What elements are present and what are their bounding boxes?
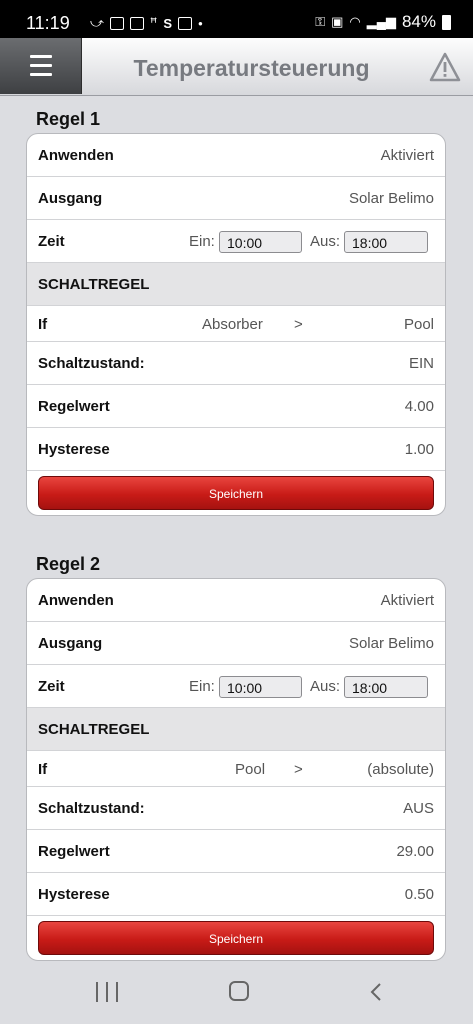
if-row[interactable]: If Pool > (absolute) (27, 751, 445, 787)
ein-label: Ein: (189, 233, 215, 250)
if-operator[interactable]: > (294, 316, 303, 333)
aus-label: Aus: (310, 233, 341, 250)
ein-time-input[interactable]: 10:00 (219, 676, 302, 698)
ebay-icon (129, 16, 144, 30)
hamburger-icon (30, 55, 52, 77)
ausgang-row[interactable]: Ausgang Solar Belimo (27, 177, 445, 220)
if-target[interactable]: (absolute) (367, 761, 434, 778)
schaltzustand-value: EIN (408, 355, 434, 372)
ein-time-input[interactable]: 10:00 (219, 231, 302, 253)
content-area[interactable]: Regel 1 Anwenden Aktiviert Ausgang Solar… (0, 96, 473, 964)
aus-time-input[interactable]: 18:00 (344, 231, 428, 253)
if-label: If (38, 761, 48, 778)
system-nav-bar (0, 964, 473, 1024)
if-label: If (38, 316, 48, 333)
hysterese-row[interactable]: Hysterese 1.00 (27, 428, 445, 471)
aus-label: Aus: (310, 678, 341, 695)
if-sensor[interactable]: Pool (235, 761, 265, 778)
ausgang-value[interactable]: Solar Belimo (349, 190, 434, 207)
ausgang-value[interactable]: Solar Belimo (349, 635, 434, 652)
zeit-row: Zeit Ein: 10:00 Aus: 18:00 (27, 220, 445, 263)
rule-2-card: Anwenden Aktiviert Ausgang Solar Belimo … (26, 578, 446, 961)
schaltzustand-value: AUS (403, 800, 434, 817)
rule-1-card: Anwenden Aktiviert Ausgang Solar Belimo … (26, 133, 446, 516)
schaltregel-label: SCHALTREGEL (38, 721, 150, 738)
wifi-icon: ◠ (349, 14, 361, 29)
rule-1-title: Regel 1 (36, 109, 101, 129)
zeit-label: Zeit (38, 678, 65, 695)
anwenden-label: Anwenden (38, 592, 114, 609)
image-icon (178, 16, 193, 30)
lock-icon: ▣ (331, 14, 344, 29)
regelwert-value[interactable]: 4.00 (405, 398, 434, 415)
regelwert-row[interactable]: Regelwert 29.00 (27, 830, 445, 873)
schaltregel-label: SCHALTREGEL (38, 276, 150, 293)
hysterese-label: Hysterese (38, 886, 110, 903)
battery-percent: 84% (401, 12, 436, 31)
schaltregel-header: SCHALTREGEL (27, 708, 445, 751)
notification-icons: ⤻ ꟸ S • (90, 15, 203, 31)
app-header: Temperatursteuerung (0, 38, 473, 96)
page-title: Temperatursteuerung (133, 55, 370, 81)
if-target[interactable]: Pool (404, 316, 434, 333)
missed-call-icon: ⤻ (90, 15, 104, 30)
battery-icon (442, 14, 451, 30)
hysterese-label: Hysterese (38, 441, 110, 458)
signal-icon: ▂▄▆ (366, 14, 396, 29)
anwenden-value[interactable]: Aktiviert (381, 592, 434, 609)
s-icon: S (163, 15, 173, 31)
home-icon[interactable] (229, 981, 249, 1001)
key-icon: ⚿ (315, 14, 326, 29)
schaltzustand-row: Schaltzustand: AUS (27, 787, 445, 830)
hysterese-row[interactable]: Hysterese 0.50 (27, 873, 445, 916)
regelwert-label: Regelwert (38, 398, 110, 415)
aus-time-input[interactable]: 18:00 (344, 676, 428, 698)
regelwert-value[interactable]: 29.00 (396, 843, 434, 860)
save-button[interactable]: Speichern (38, 476, 434, 510)
anwenden-row[interactable]: Anwenden Aktiviert (27, 134, 445, 177)
menu-button[interactable] (0, 38, 82, 94)
regelwert-row[interactable]: Regelwert 4.00 (27, 385, 445, 428)
ausgang-label: Ausgang (38, 190, 103, 207)
anwenden-label: Anwenden (38, 147, 114, 164)
ausgang-row[interactable]: Ausgang Solar Belimo (27, 622, 445, 665)
save-row: Speichern (27, 916, 445, 960)
mail-icon (109, 16, 124, 30)
anwenden-value[interactable]: Aktiviert (381, 147, 434, 164)
ein-label: Ein: (189, 678, 215, 695)
zeit-row: Zeit Ein: 10:00 Aus: 18:00 (27, 665, 445, 708)
schaltregel-header: SCHALTREGEL (27, 263, 445, 306)
zeit-label: Zeit (38, 233, 65, 250)
if-row[interactable]: If Absorber > Pool (27, 306, 445, 342)
back-icon[interactable] (367, 982, 387, 1002)
schaltzustand-label: Schaltzustand: (38, 800, 145, 817)
status-time: 11:19 (26, 13, 70, 33)
if-operator[interactable]: > (294, 761, 303, 778)
system-icons: ⚿ ▣ ◠ ▂▄▆ 84% (315, 12, 451, 32)
save-row: Speichern (27, 471, 445, 515)
schaltzustand-label: Schaltzustand: (38, 355, 145, 372)
app-icon: ꟸ (149, 15, 158, 30)
regelwert-label: Regelwert (38, 843, 110, 860)
if-sensor[interactable]: Absorber (202, 316, 263, 333)
rule-2-title: Regel 2 (36, 554, 101, 574)
dot-icon: • (198, 15, 203, 31)
status-bar: 11:19 ⤻ ꟸ S • ⚿ ▣ ◠ ▂▄▆ 84% (0, 0, 473, 38)
schaltzustand-row: Schaltzustand: EIN (27, 342, 445, 385)
ausgang-label: Ausgang (38, 635, 103, 652)
recent-apps-icon[interactable] (96, 982, 118, 1002)
warning-icon[interactable] (429, 52, 461, 82)
hysterese-value[interactable]: 1.00 (405, 441, 434, 458)
hysterese-value[interactable]: 0.50 (405, 886, 434, 903)
anwenden-row[interactable]: Anwenden Aktiviert (27, 579, 445, 622)
save-button[interactable]: Speichern (38, 921, 434, 955)
